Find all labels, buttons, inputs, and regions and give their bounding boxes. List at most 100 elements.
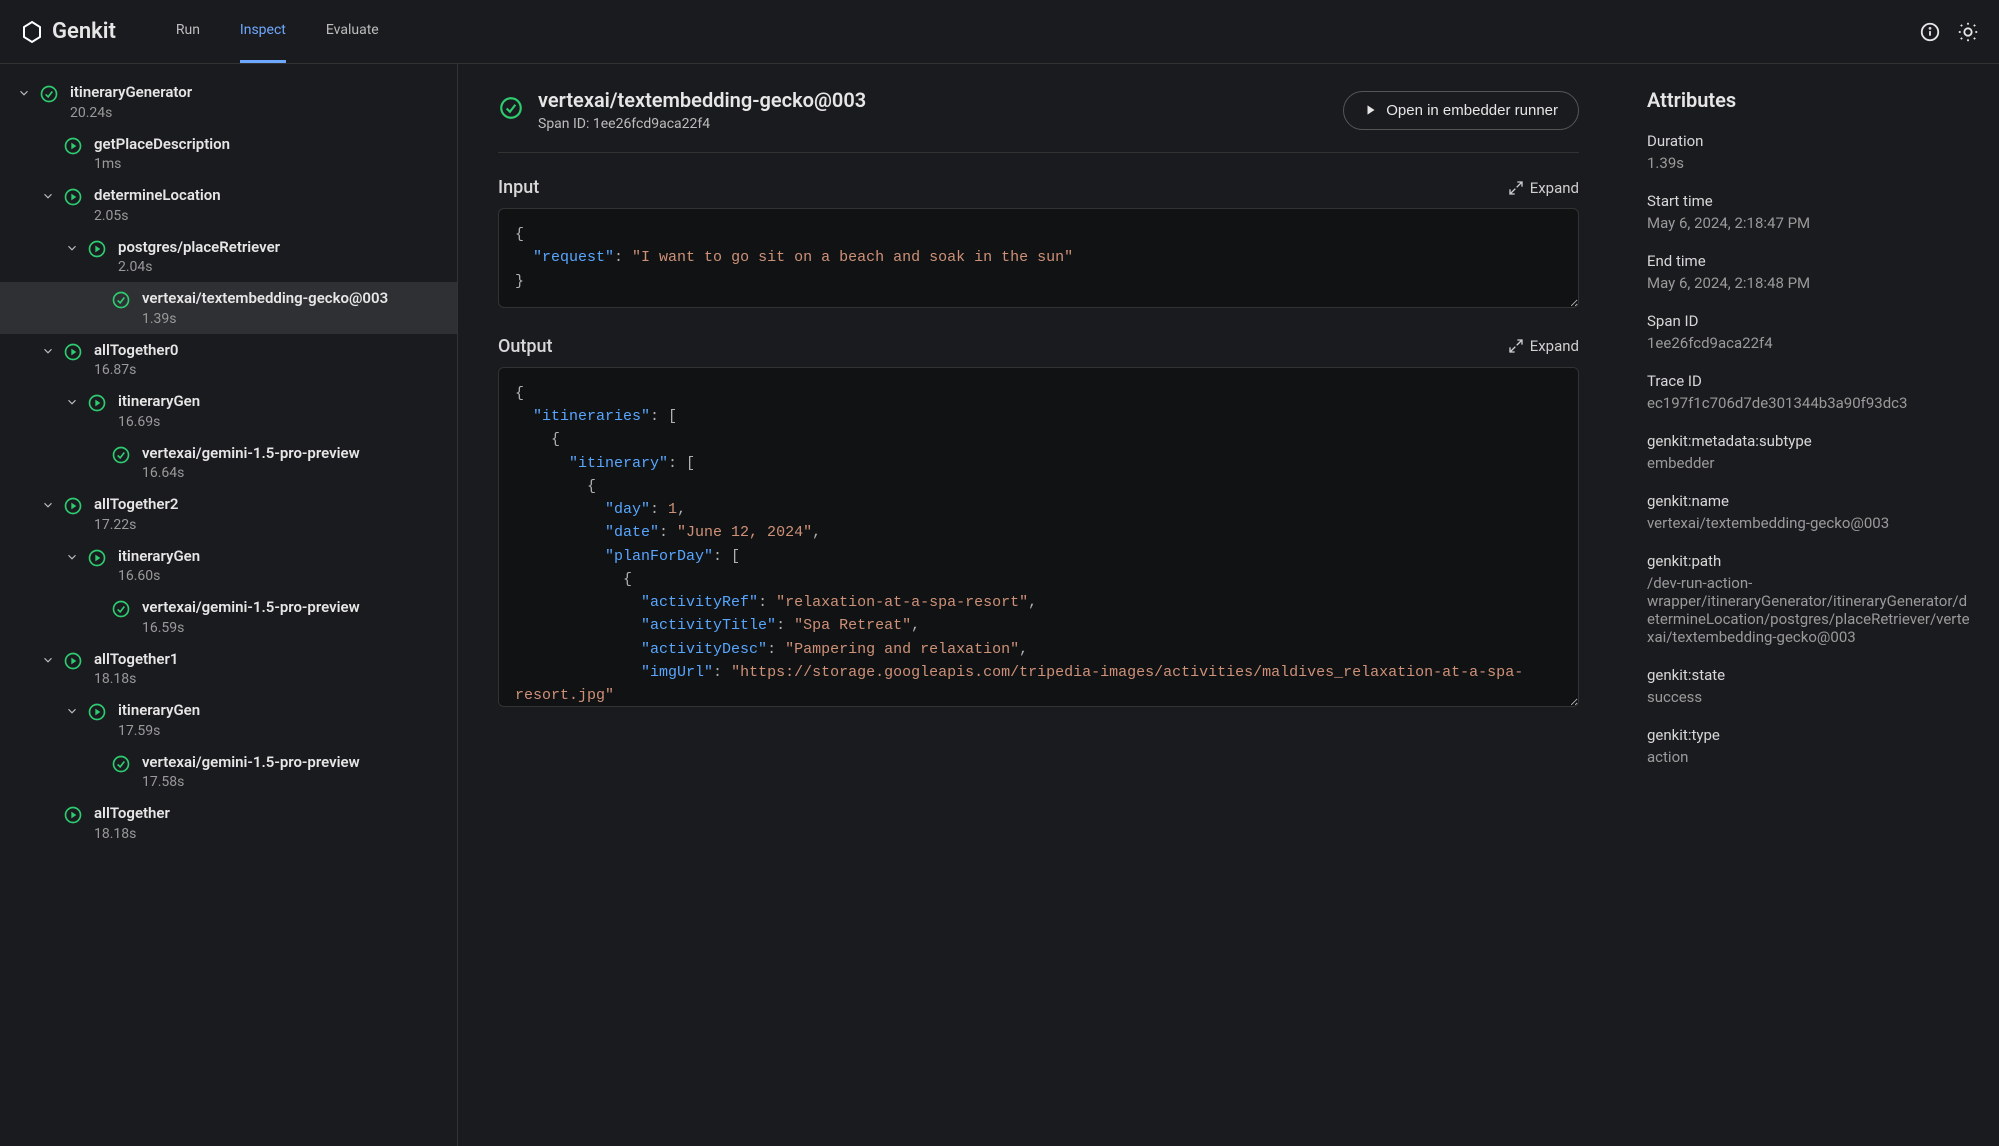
attribute-label: Span ID <box>1647 312 1971 330</box>
tree-row-gemini1[interactable]: vertexai/gemini-1.5-pro-preview17.58s <box>0 746 457 798</box>
chevron-down-icon <box>86 289 106 309</box>
tree-row-label: itineraryGenerator <box>70 83 192 103</box>
open-in-runner-label: Open in embedder runner <box>1386 102 1558 119</box>
attribute-row: Span ID1ee26fcd9aca22f4 <box>1647 312 1971 352</box>
detail-title: vertexai/textembedding-gecko@003 <box>538 88 1329 112</box>
input-section-header: Input Expand <box>498 177 1579 198</box>
chevron-down-icon[interactable] <box>62 392 82 412</box>
tree-row-itineraryGen1[interactable]: itineraryGen 17.59s <box>0 694 457 746</box>
genkit-logo-icon <box>20 20 44 44</box>
output-label: Output <box>498 336 1508 357</box>
tree-row-allTogether2[interactable]: allTogether217.22s <box>0 488 457 540</box>
status-success-icon <box>498 95 524 125</box>
attribute-label: Start time <box>1647 192 1971 210</box>
main-area: vertexai/textembedding-gecko@003 Span ID… <box>458 64 1999 1146</box>
attribute-row: genkit:path/dev-run-action-wrapper/itine… <box>1647 552 1971 646</box>
info-icon[interactable] <box>1919 21 1941 43</box>
span-detail: vertexai/textembedding-gecko@003 Span ID… <box>458 64 1619 1146</box>
tree-row-label: allTogether1 <box>94 650 178 670</box>
tree-row-allTogether1[interactable]: allTogether118.18s <box>0 643 457 695</box>
tab-evaluate[interactable]: Evaluate <box>326 0 385 63</box>
attribute-row: genkit:namevertexai/textembedding-gecko@… <box>1647 492 1971 532</box>
chevron-down-icon[interactable] <box>62 547 82 567</box>
tree-row-duration: 16.59s <box>142 620 360 636</box>
attribute-label: End time <box>1647 252 1971 270</box>
attribute-value: May 6, 2024, 2:18:47 PM <box>1647 214 1971 232</box>
attribute-value: ec197f1c706d7de301344b3a90f93dc3 <box>1647 394 1971 412</box>
expand-output-button[interactable]: Expand <box>1508 337 1579 355</box>
status-run-icon <box>86 701 108 723</box>
chevron-down-icon[interactable] <box>38 186 58 206</box>
attribute-label: genkit:metadata:subtype <box>1647 432 1971 450</box>
tree-row-allTogether0[interactable]: allTogether016.87s <box>0 334 457 386</box>
tree-row-duration: 1.39s <box>142 311 388 327</box>
tree-row-label: getPlaceDescription <box>94 135 230 155</box>
tab-run[interactable]: Run <box>176 0 200 63</box>
attribute-label: genkit:path <box>1647 552 1971 570</box>
tree-row-duration: 16.60s <box>118 568 200 584</box>
status-run-icon <box>62 804 84 826</box>
expand-input-label: Expand <box>1530 179 1579 197</box>
tree-row-placeRetriever[interactable]: postgres/placeRetriever2.04s <box>0 231 457 283</box>
chevron-down-icon <box>86 753 106 773</box>
play-icon <box>1364 103 1378 117</box>
expand-input-button[interactable]: Expand <box>1508 179 1579 197</box>
tree-row-itineraryGenerator[interactable]: itineraryGenerator 20.24s <box>0 76 457 128</box>
tree-row-gemini0[interactable]: vertexai/gemini-1.5-pro-preview16.64s <box>0 437 457 489</box>
open-in-runner-button[interactable]: Open in embedder runner <box>1343 91 1579 130</box>
tree-row-label: allTogether2 <box>94 495 178 515</box>
tree-row-duration: 1ms <box>94 156 230 172</box>
tree-row-allTogether[interactable]: allTogether18.18s <box>0 797 457 849</box>
tree-row-label: allTogether0 <box>94 341 178 361</box>
nav-tabs: Run Inspect Evaluate <box>176 0 385 63</box>
tab-inspect[interactable]: Inspect <box>240 0 286 63</box>
tree-row-duration: 20.24s <box>70 105 192 121</box>
topbar: Genkit Run Inspect Evaluate <box>0 0 1999 64</box>
expand-icon <box>1508 338 1524 354</box>
attribute-value: action <box>1647 748 1971 766</box>
tree-row-duration: 18.18s <box>94 671 178 687</box>
app-logo: Genkit <box>20 19 116 44</box>
attributes-heading: Attributes <box>1647 88 1971 112</box>
input-json-box[interactable]: { "request": "I want to go sit on a beac… <box>498 208 1579 308</box>
tree-row-itineraryGen0[interactable]: itineraryGen16.69s <box>0 385 457 437</box>
tree-row-label: itineraryGen <box>118 547 200 567</box>
input-label: Input <box>498 177 1508 198</box>
status-run-icon <box>62 341 84 363</box>
tree-row-textembedding[interactable]: vertexai/textembedding-gecko@0031.39s <box>0 282 457 334</box>
tree-row-label: vertexai/gemini-1.5-pro-preview <box>142 598 360 618</box>
chevron-down-icon[interactable] <box>62 238 82 258</box>
tree-row-duration: 17.58s <box>142 774 360 790</box>
tree-row-gemini2[interactable]: vertexai/gemini-1.5-pro-preview 16.59s <box>0 591 457 643</box>
attribute-value: May 6, 2024, 2:18:48 PM <box>1647 274 1971 292</box>
tree-row-duration: 17.59s <box>118 723 200 739</box>
chevron-down-icon[interactable] <box>14 83 34 103</box>
attribute-label: Duration <box>1647 132 1971 150</box>
chevron-down-icon[interactable] <box>38 650 58 670</box>
span-tree-sidebar[interactable]: itineraryGenerator 20.24s getPlaceDescript… <box>0 64 458 1146</box>
tree-row-determineLocation[interactable]: determineLocation 2.05s <box>0 179 457 231</box>
tree-row-label: vertexai/gemini-1.5-pro-preview <box>142 753 360 773</box>
tree-row-itineraryGen2[interactable]: itineraryGen16.60s <box>0 540 457 592</box>
output-json-box[interactable]: { "itineraries": [ { "itinerary": [ { "d… <box>498 367 1579 707</box>
status-success-icon <box>110 444 132 466</box>
tree-row-label: determineLocation <box>94 186 221 206</box>
attribute-value: 1.39s <box>1647 154 1971 172</box>
attribute-row: End time May 6, 2024, 2:18:48 PM <box>1647 252 1971 292</box>
tree-row-getPlaceDescription[interactable]: getPlaceDescription1ms <box>0 128 457 180</box>
tree-row-duration: 16.69s <box>118 414 200 430</box>
chevron-down-icon[interactable] <box>38 495 58 515</box>
status-success-icon <box>110 598 132 620</box>
attribute-row: genkit:metadata:subtype embedder <box>1647 432 1971 472</box>
chevron-down-icon[interactable] <box>38 341 58 361</box>
tree-row-label: postgres/placeRetriever <box>118 238 280 258</box>
attribute-row: Trace IDec197f1c706d7de301344b3a90f93dc3 <box>1647 372 1971 412</box>
chevron-down-icon[interactable] <box>62 701 82 721</box>
status-run-icon <box>62 186 84 208</box>
status-run-icon <box>86 547 108 569</box>
tree-row-label: itineraryGen <box>118 701 200 721</box>
tree-row-duration: 2.05s <box>94 208 221 224</box>
attribute-value: embedder <box>1647 454 1971 472</box>
theme-toggle-icon[interactable] <box>1957 21 1979 43</box>
expand-output-label: Expand <box>1530 337 1579 355</box>
